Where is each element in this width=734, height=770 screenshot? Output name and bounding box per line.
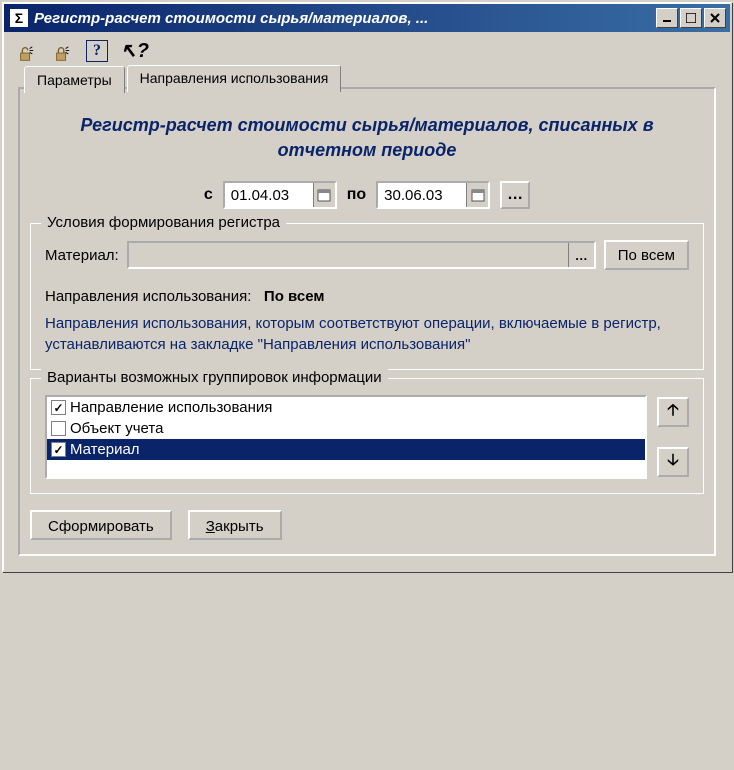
material-all-button[interactable]: По всем bbox=[604, 240, 689, 270]
material-lookup-icon[interactable]: … bbox=[568, 243, 594, 267]
list-item[interactable]: ✓ Направление использования bbox=[47, 397, 645, 418]
date-to-field bbox=[376, 181, 490, 209]
conditions-legend: Условия формирования регистра bbox=[41, 214, 286, 231]
app-icon: Σ bbox=[10, 9, 28, 27]
tab-directions[interactable]: Направления использования bbox=[127, 65, 342, 92]
context-help-icon[interactable]: ↖? bbox=[120, 38, 149, 63]
material-label: Материал: bbox=[45, 247, 119, 264]
period-close-icon[interactable] bbox=[50, 39, 74, 63]
date-to-input[interactable] bbox=[378, 183, 466, 207]
app-window: Σ Регистр-расчет стоимости сырья/материа… bbox=[2, 2, 732, 572]
list-item-label: Материал bbox=[70, 441, 140, 458]
list-item-label: Объект учета bbox=[70, 420, 163, 437]
window-title: Регистр-расчет стоимости сырья/материало… bbox=[34, 10, 656, 27]
list-item-label: Направление использования bbox=[70, 399, 272, 416]
tab-parameters[interactable]: Параметры bbox=[24, 66, 125, 93]
checkbox-icon[interactable] bbox=[51, 421, 66, 436]
generate-button[interactable]: Сформировать bbox=[30, 510, 172, 540]
list-item[interactable]: Объект учета bbox=[47, 418, 645, 439]
list-item[interactable]: ✓ Материал bbox=[47, 439, 645, 460]
direction-line: Направления использования: По всем bbox=[45, 288, 689, 305]
help-icon[interactable]: ? bbox=[86, 40, 108, 62]
date-to-picker-icon[interactable] bbox=[466, 183, 488, 207]
period-open-icon[interactable] bbox=[14, 39, 38, 63]
move-up-button[interactable]: 🡡 bbox=[657, 397, 689, 427]
maximize-button[interactable] bbox=[680, 8, 702, 28]
groupings-list[interactable]: ✓ Направление использования Объект учета… bbox=[45, 395, 647, 479]
date-to-label: по bbox=[347, 186, 366, 204]
arrow-down-icon: 🡣 bbox=[667, 449, 679, 476]
toolbar: ? ↖? bbox=[4, 32, 730, 69]
date-range-row: с по … bbox=[30, 181, 704, 209]
material-input[interactable] bbox=[129, 243, 568, 267]
tabs: Параметры Направления использования bbox=[24, 65, 343, 92]
date-from-field bbox=[223, 181, 337, 209]
move-down-button[interactable]: 🡣 bbox=[657, 447, 689, 477]
direction-label: Направления использования: bbox=[45, 288, 251, 305]
fieldset-conditions: Условия формирования регистра Материал: … bbox=[30, 223, 704, 370]
conditions-help-text: Направления использования, которым соотв… bbox=[45, 313, 689, 355]
close-button[interactable] bbox=[704, 8, 726, 28]
bottom-buttons: Сформировать Закрыть bbox=[30, 510, 704, 540]
checkbox-icon[interactable]: ✓ bbox=[51, 442, 66, 457]
titlebar: Σ Регистр-расчет стоимости сырья/материа… bbox=[4, 4, 730, 32]
date-from-label: с bbox=[204, 186, 213, 204]
direction-value: По всем bbox=[264, 288, 325, 305]
tab-panel: Параметры Направления использования Реги… bbox=[18, 87, 716, 556]
period-select-button[interactable]: … bbox=[500, 181, 530, 209]
checkbox-icon[interactable]: ✓ bbox=[51, 400, 66, 415]
minimize-button[interactable] bbox=[656, 8, 678, 28]
material-field: … bbox=[127, 241, 596, 269]
page-heading: Регистр-расчет стоимости сырья/материало… bbox=[30, 113, 704, 163]
fieldset-groupings: Варианты возможных группировок информаци… bbox=[30, 378, 704, 494]
date-from-picker-icon[interactable] bbox=[313, 183, 335, 207]
close-dialog-button[interactable]: Закрыть bbox=[188, 510, 282, 540]
groupings-legend: Варианты возможных группировок информаци… bbox=[41, 369, 388, 386]
arrow-up-icon: 🡡 bbox=[667, 399, 679, 426]
date-from-input[interactable] bbox=[225, 183, 313, 207]
